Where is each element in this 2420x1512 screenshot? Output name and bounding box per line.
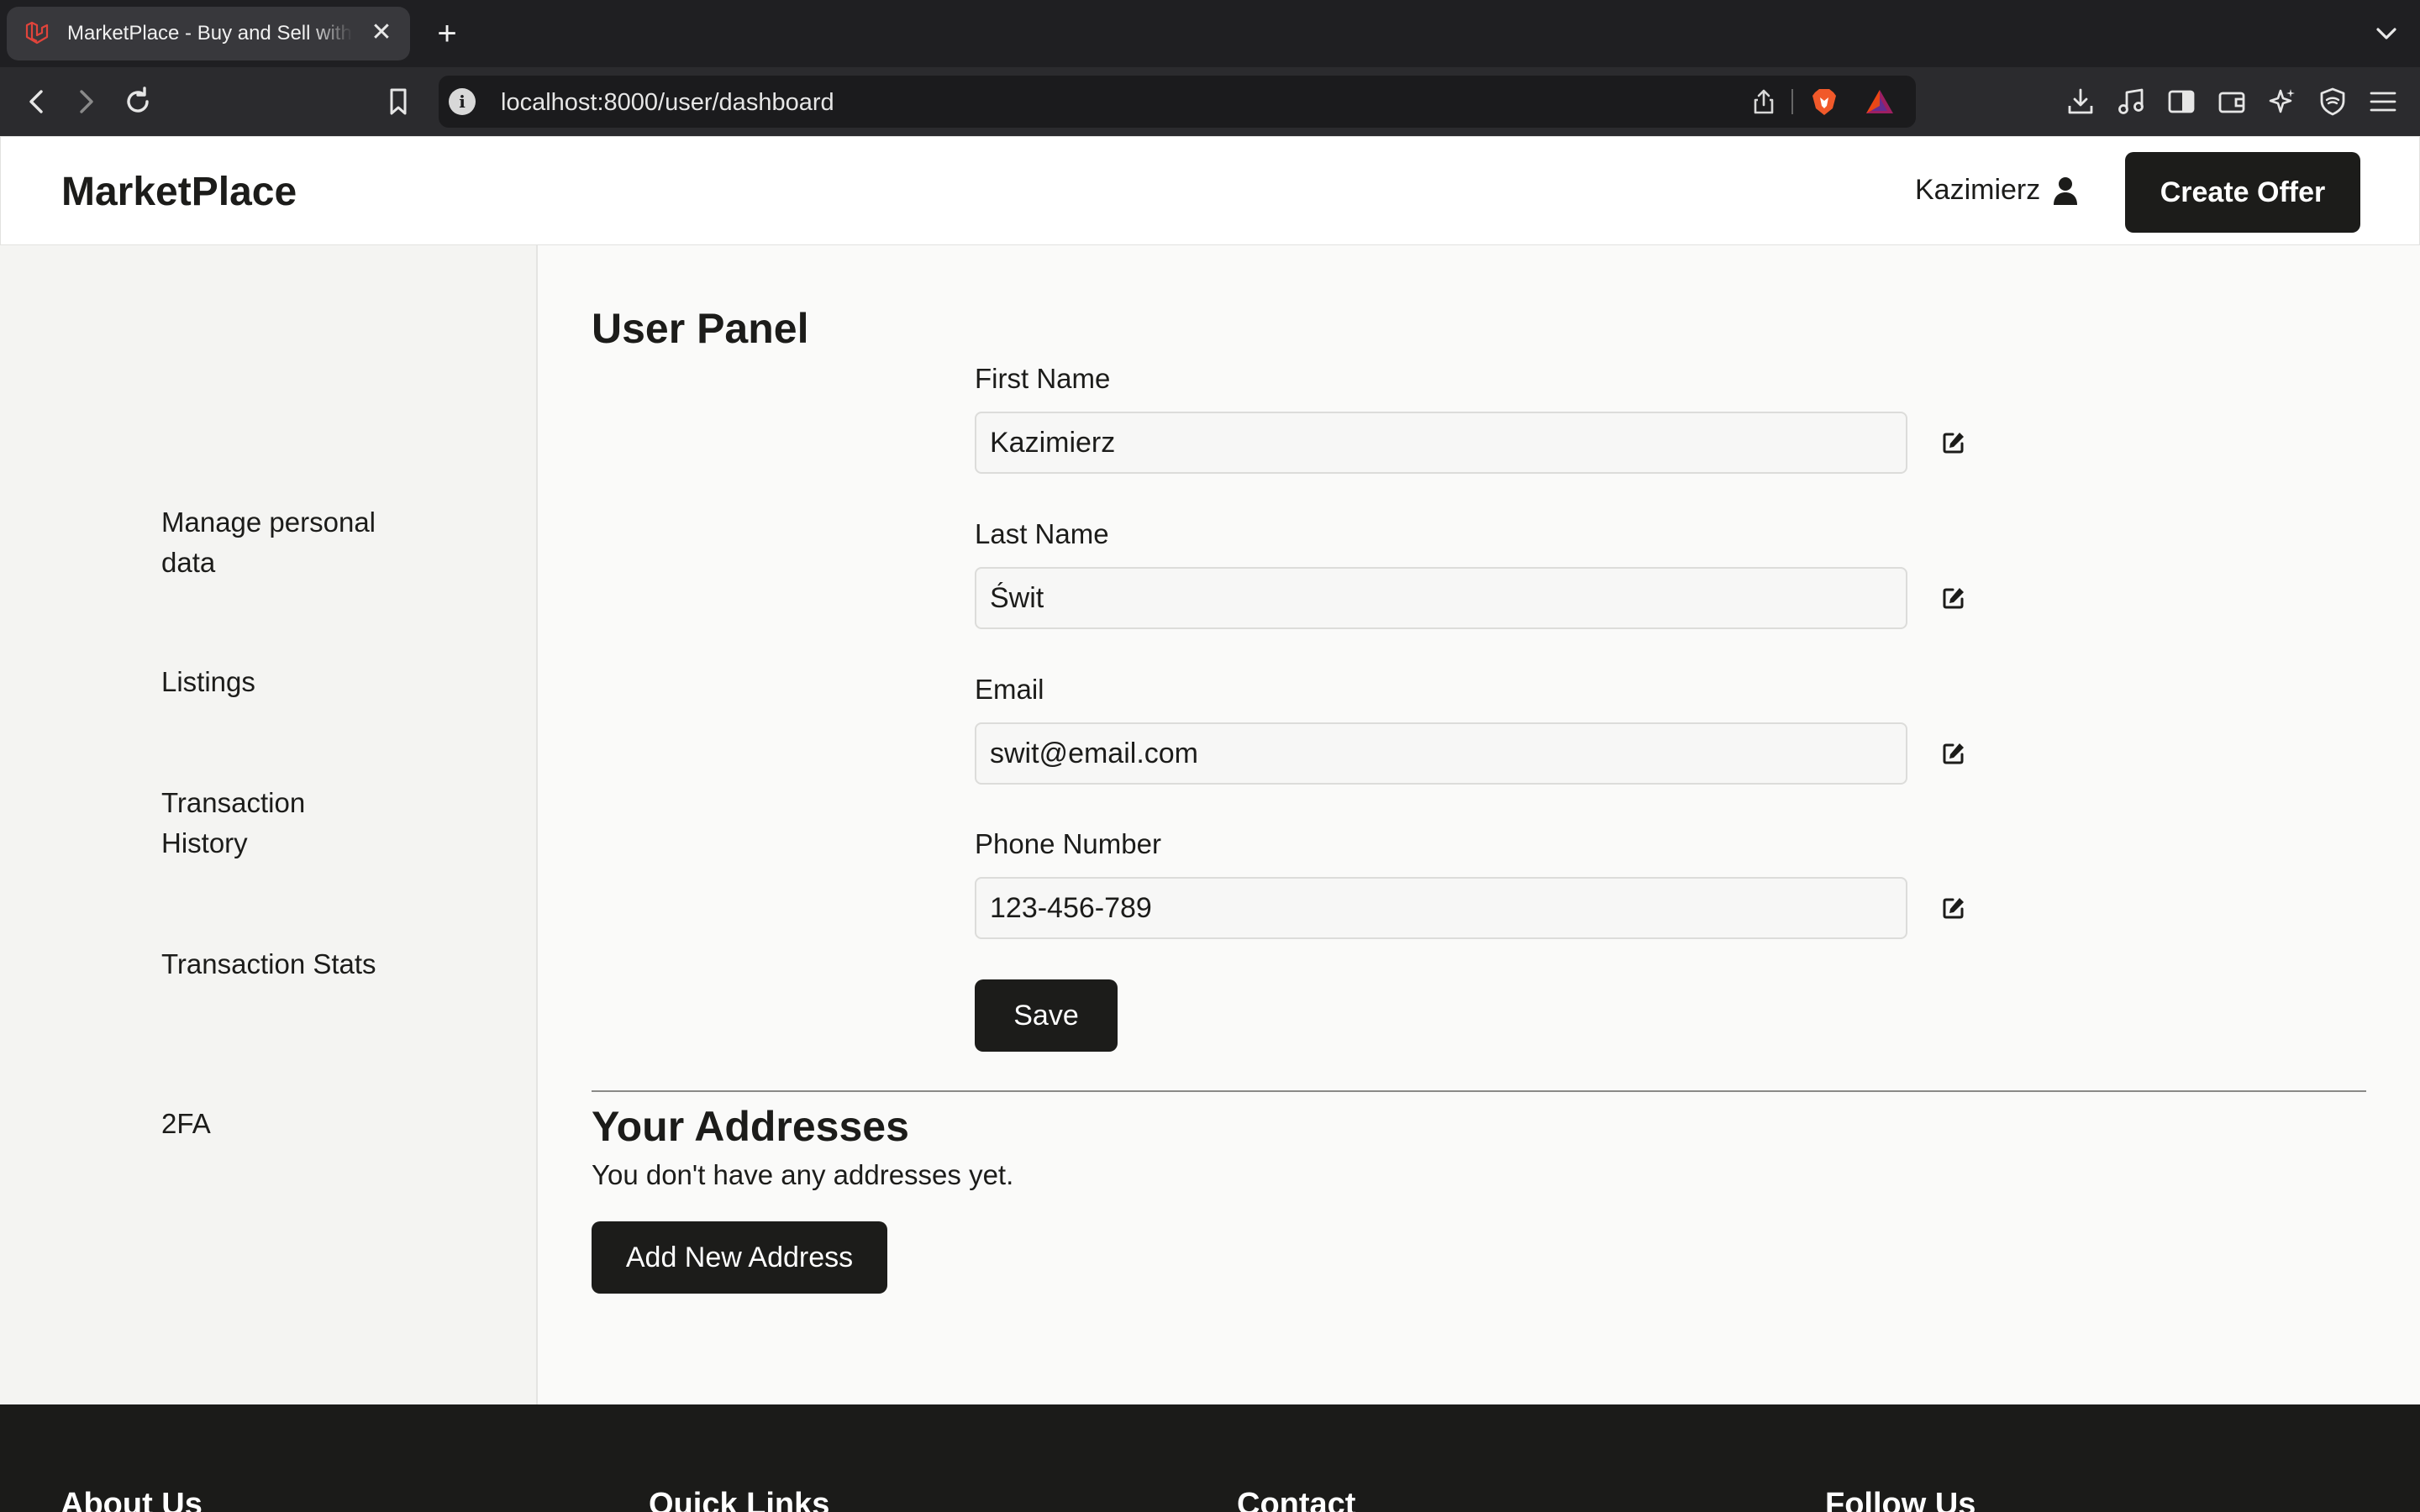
edit-first-name-button[interactable]	[1939, 428, 1968, 457]
wallet-icon	[2218, 92, 2245, 113]
chevron-down-icon[interactable]	[2371, 18, 2402, 49]
addresses-empty-message: You don't have any addresses yet.	[592, 1159, 1014, 1190]
edit-last-name-button[interactable]	[1939, 584, 1968, 612]
email-input[interactable]	[975, 722, 1907, 785]
bookmark-button[interactable]	[380, 83, 417, 120]
edit-phone-number-button[interactable]	[1939, 894, 1968, 922]
footer-heading-about-us: About Us	[60, 1487, 203, 1512]
reload-icon	[127, 87, 149, 113]
user-sidebar: Manage personal data Listings Transactio…	[0, 245, 538, 1404]
laravel-logo-icon	[25, 21, 49, 45]
address-bar[interactable]: i localhost:8000/user/dashboard	[439, 76, 1916, 128]
page-title: User Panel	[592, 305, 809, 352]
footer-heading-contact: Contact	[1237, 1487, 1356, 1512]
arrow-left-icon	[29, 90, 43, 113]
bookmark-icon	[390, 88, 407, 115]
site-header: MarketPlace Kazimierz Create Offer	[0, 136, 2420, 245]
phone-number-label: Phone Number	[975, 828, 1161, 859]
vpn-button[interactable]	[2314, 83, 2351, 120]
sparkle-icon	[2269, 89, 2295, 113]
arrow-right-icon	[80, 90, 93, 113]
section-divider	[592, 1090, 2366, 1092]
email-label: Email	[975, 674, 1044, 705]
edit-email-button[interactable]	[1939, 739, 1968, 768]
wallet-button[interactable]	[2213, 83, 2250, 120]
browser-tab-bar: MarketPlace - Buy and Sell with ✕ +	[0, 0, 2420, 67]
share-icon[interactable]	[1749, 87, 1778, 116]
edit-icon	[1943, 743, 1964, 764]
user-icon	[2054, 176, 2078, 205]
sidebar-item-2fa[interactable]: 2FA	[161, 1104, 380, 1144]
browser-toolbar: i localhost:8000/user/dashboard	[0, 67, 2420, 136]
address-bar-separator	[1791, 89, 1793, 114]
footer-heading-quick-links: Quick Links	[649, 1487, 830, 1512]
save-button[interactable]: Save	[975, 979, 1118, 1052]
edit-icon	[1943, 898, 1964, 919]
shield-icon	[2320, 87, 2345, 116]
username[interactable]: Kazimierz	[1915, 174, 2040, 207]
sidebar-item-manage-personal-data[interactable]: Manage personal data	[161, 502, 380, 583]
site-info-icon[interactable]: i	[449, 88, 476, 115]
site-footer: About Us Quick Links Contact Follow Us	[0, 1404, 2420, 1512]
add-new-address-button[interactable]: Add New Address	[592, 1221, 887, 1294]
brand-logo[interactable]: MarketPlace	[61, 169, 297, 215]
browser-tab-title: MarketPlace - Buy and Sell with	[67, 22, 352, 45]
forward-button[interactable]	[67, 83, 104, 120]
sidebar-item-transaction-history[interactable]: Transaction History	[161, 783, 380, 864]
user-panel: User Panel First Name Last Name Email Ph…	[538, 245, 2420, 1404]
sidebar-item-listings[interactable]: Listings	[161, 662, 380, 702]
new-tab-button[interactable]: +	[432, 15, 462, 52]
sidebar-toggle-button[interactable]	[2163, 83, 2200, 120]
reload-button[interactable]	[119, 83, 156, 120]
edit-icon	[1943, 433, 1964, 454]
brave-shields-icon[interactable]	[1808, 86, 1840, 118]
first-name-label: First Name	[975, 363, 1111, 394]
last-name-label: Last Name	[975, 518, 1109, 549]
edit-icon	[1943, 588, 1964, 609]
first-name-input[interactable]	[975, 412, 1907, 474]
addresses-title: Your Addresses	[592, 1103, 909, 1150]
create-offer-button[interactable]: Create Offer	[2125, 152, 2360, 233]
music-note-icon	[2118, 88, 2144, 114]
main-menu-button[interactable]	[2365, 83, 2402, 120]
phone-number-input[interactable]	[975, 877, 1907, 939]
downloads-button[interactable]	[2062, 83, 2099, 120]
browser-tab[interactable]: MarketPlace - Buy and Sell with ✕	[7, 7, 410, 60]
hamburger-menu-icon	[2370, 92, 2396, 112]
user-menu[interactable]: Kazimierz	[1915, 174, 2079, 207]
back-button[interactable]	[18, 83, 55, 120]
close-tab-icon[interactable]: ✕	[368, 20, 395, 47]
last-name-input[interactable]	[975, 567, 1907, 629]
sidebar-icon	[2168, 90, 2195, 113]
media-button[interactable]	[2112, 83, 2149, 120]
url-text[interactable]: localhost:8000/user/dashboard	[501, 89, 834, 117]
sidebar-item-transaction-stats[interactable]: Transaction Stats	[161, 944, 380, 984]
leo-ai-button[interactable]	[2264, 83, 2301, 120]
download-icon	[2068, 88, 2093, 114]
footer-heading-follow-us: Follow Us	[1825, 1487, 1976, 1512]
brave-rewards-icon[interactable]	[1864, 86, 1896, 118]
